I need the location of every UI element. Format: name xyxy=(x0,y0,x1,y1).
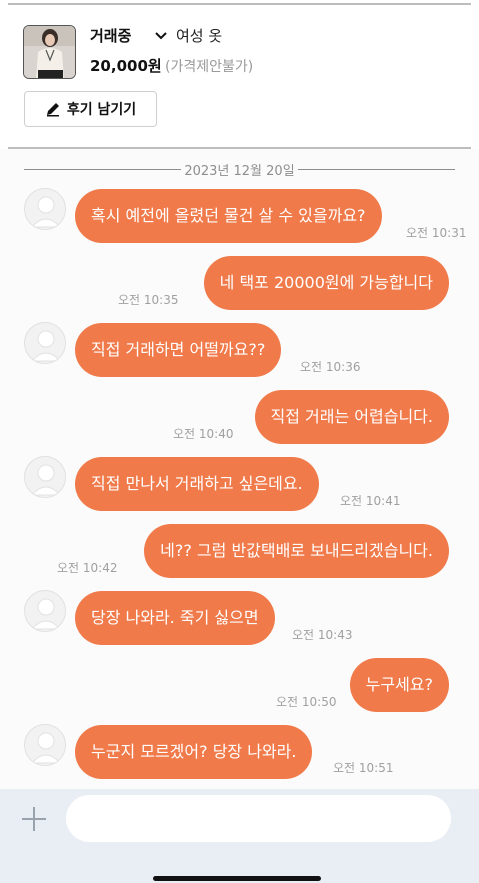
home-indicator xyxy=(153,876,321,881)
message-bubble-received[interactable]: 당장 나와라. 죽기 싫으면 xyxy=(75,591,275,645)
pencil-icon xyxy=(46,103,59,117)
message-time: 오전 10:41 xyxy=(340,494,401,508)
chevron-down-icon[interactable] xyxy=(152,27,170,45)
message-time: 오전 10:40 xyxy=(173,427,234,441)
message-bubble-received[interactable]: 누군지 모르겠어? 당장 나와라. xyxy=(75,725,313,779)
trade-status: 거래중 xyxy=(90,27,132,45)
message-bubble-received[interactable]: 혹시 예전에 올렸던 물건 살 수 있을까요? xyxy=(75,189,382,243)
review-button-label: 후기 남기기 xyxy=(66,102,137,118)
date-separator: 2023년 12월 20일 xyxy=(24,159,456,179)
product-price: 20,000원 xyxy=(90,57,162,75)
message-bubble-sent[interactable]: 누구세요? xyxy=(349,658,449,712)
message-bubble-received[interactable]: 직접 만나서 거래하고 싶은데요. xyxy=(75,457,319,511)
product-header: 거래중 여성 옷 20,000원 (가격제안불가) 후기 남기기 xyxy=(0,5,479,148)
message-bubble-received[interactable]: 직접 거래하면 어떨까요?? xyxy=(75,323,282,377)
message-bubble-sent[interactable]: 직접 거래는 어렵습니다. xyxy=(254,390,449,444)
product-thumbnail[interactable] xyxy=(23,25,76,79)
default-avatar-icon[interactable] xyxy=(24,456,66,498)
write-review-button[interactable]: 후기 남기기 xyxy=(24,91,157,127)
message-input-bar xyxy=(0,789,479,883)
message-time: 오전 10:51 xyxy=(333,761,394,775)
default-avatar-icon[interactable] xyxy=(24,590,66,632)
message-time: 오전 10:35 xyxy=(118,293,179,307)
default-avatar-icon[interactable] xyxy=(24,724,66,766)
message-time: 오전 10:43 xyxy=(292,628,353,642)
message-time: 오전 10:36 xyxy=(300,360,361,374)
chat-area[interactable]: 2023년 12월 20일 혹시 예전에 올렸던 물건 살 수 있을까요? 오전… xyxy=(0,149,479,789)
message-time: 오전 10:42 xyxy=(57,561,118,575)
message-bubble-sent[interactable]: 네 택포 20000원에 가능합니다 xyxy=(203,256,449,310)
default-avatar-icon[interactable] xyxy=(24,322,66,364)
message-bubble-sent[interactable]: 네?? 그럼 반값택배로 보내드리겠습니다. xyxy=(144,524,449,578)
date-line-right xyxy=(297,168,456,170)
price-note: (가격제안불가) xyxy=(165,59,254,75)
message-time: 오전 10:31 xyxy=(406,226,467,240)
date-line-left xyxy=(24,168,182,170)
message-input[interactable] xyxy=(66,795,451,842)
plus-icon[interactable] xyxy=(20,805,48,833)
message-time: 오전 10:50 xyxy=(276,695,337,709)
default-avatar-icon[interactable] xyxy=(24,188,66,230)
chat-date: 2023년 12월 20일 xyxy=(184,163,295,179)
product-category[interactable]: 여성 옷 xyxy=(176,25,222,46)
